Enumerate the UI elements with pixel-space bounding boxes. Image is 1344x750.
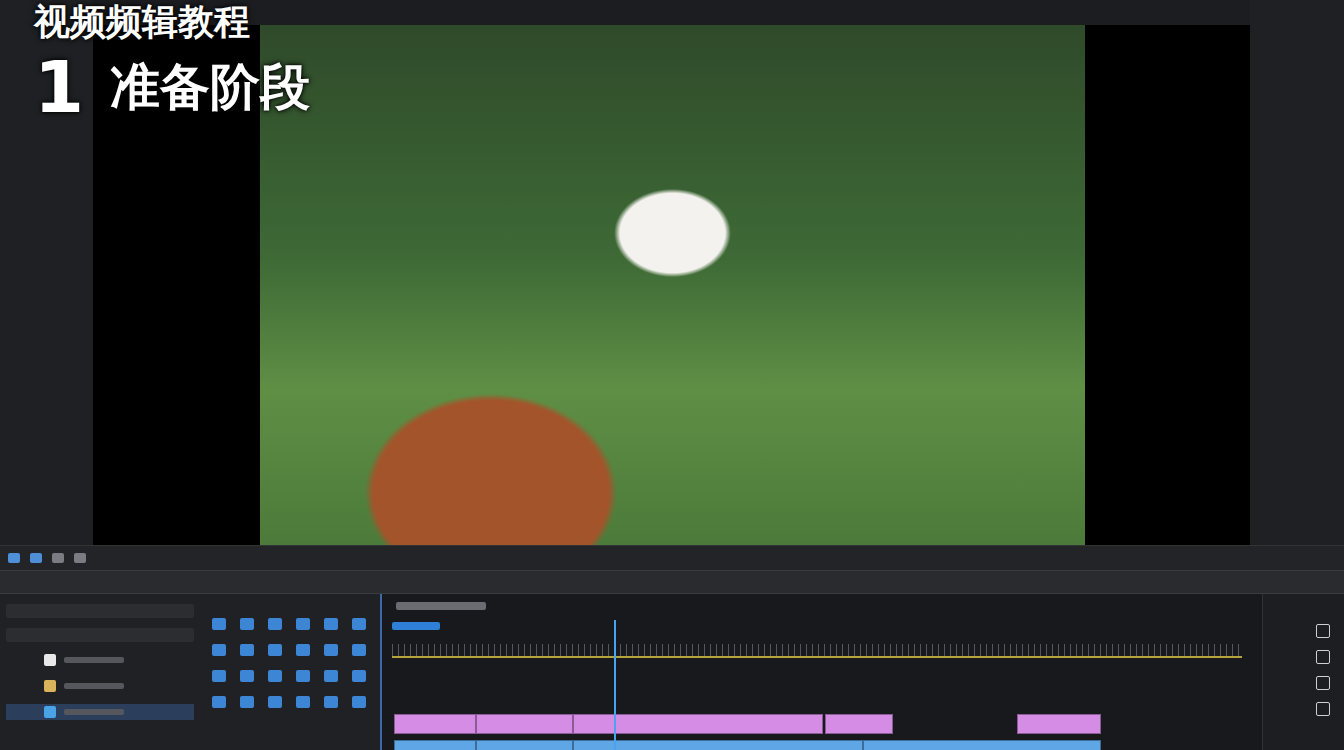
tool-icon[interactable]: [268, 644, 282, 656]
tool-icon[interactable]: [296, 670, 310, 682]
tool-icon[interactable]: [212, 618, 226, 630]
audio-clip[interactable]: [573, 740, 863, 750]
work-area-bar[interactable]: [392, 622, 440, 630]
tools-grid: [200, 594, 380, 750]
tool-icon[interactable]: [352, 670, 366, 682]
tool-icon[interactable]: [240, 670, 254, 682]
video-clip[interactable]: [573, 714, 823, 734]
step-title: 准备阶段: [110, 60, 310, 115]
tool-icon[interactable]: [324, 670, 338, 682]
audio-meter-panel: [1262, 594, 1344, 750]
tool-icon[interactable]: [352, 618, 366, 630]
audio-track: [394, 740, 1242, 750]
toolbar-icon[interactable]: [8, 553, 20, 563]
letterbox-right: [1085, 25, 1250, 545]
tool-icon[interactable]: [212, 644, 226, 656]
timeline-panel: [382, 594, 1262, 750]
video-clip[interactable]: [476, 714, 573, 734]
toolbar-icon[interactable]: [52, 553, 64, 563]
tool-icon[interactable]: [352, 696, 366, 708]
timeline-header: [382, 594, 1262, 618]
panel-icon[interactable]: [1316, 650, 1330, 664]
project-filter[interactable]: [6, 628, 194, 642]
tool-icon[interactable]: [268, 696, 282, 708]
step-heading: 1 准备阶段: [34, 51, 310, 123]
video-clip[interactable]: [394, 714, 476, 734]
item-name-bar: [64, 683, 124, 689]
tool-icon[interactable]: [324, 644, 338, 656]
tutorial-overlay: 视频频辑教程 1 准备阶段: [34, 0, 310, 123]
project-panel: [0, 594, 382, 750]
tool-icon[interactable]: [240, 644, 254, 656]
audio-clip[interactable]: [863, 740, 1101, 750]
video-clip[interactable]: [825, 714, 893, 734]
tool-icon[interactable]: [268, 618, 282, 630]
time-ruler[interactable]: [392, 644, 1242, 658]
project-list: [0, 594, 200, 750]
panel-icon[interactable]: [1316, 676, 1330, 690]
audio-clip[interactable]: [476, 740, 573, 750]
tool-icon[interactable]: [212, 670, 226, 682]
project-item[interactable]: [6, 652, 194, 668]
tool-icon[interactable]: [268, 670, 282, 682]
monitor-scrub-bar[interactable]: [0, 570, 1344, 594]
toolbar-icon[interactable]: [30, 553, 42, 563]
video-track: [394, 714, 1242, 734]
item-name-bar: [64, 709, 124, 715]
item-thumbnail-icon: [44, 706, 56, 718]
item-thumbnail-icon: [44, 654, 56, 666]
panel-icon[interactable]: [1316, 624, 1330, 638]
tool-icon[interactable]: [352, 644, 366, 656]
tool-icon[interactable]: [296, 618, 310, 630]
playhead[interactable]: [614, 620, 616, 750]
project-search[interactable]: [6, 604, 194, 618]
bottom-panels: [0, 594, 1344, 750]
tutorial-title: 视频频辑教程: [34, 0, 310, 43]
video-clip[interactable]: [1017, 714, 1101, 734]
item-name-bar: [64, 657, 124, 663]
tool-icon[interactable]: [240, 618, 254, 630]
tool-icon[interactable]: [240, 696, 254, 708]
tool-icon[interactable]: [296, 696, 310, 708]
project-item[interactable]: [6, 678, 194, 694]
project-item[interactable]: [6, 704, 194, 720]
tool-icon[interactable]: [212, 696, 226, 708]
tool-icon[interactable]: [324, 618, 338, 630]
sequence-tab[interactable]: [396, 602, 486, 610]
monitor-toolbar: [0, 545, 1344, 570]
item-thumbnail-icon: [44, 680, 56, 692]
step-number: 1: [34, 51, 84, 123]
tool-icon[interactable]: [296, 644, 310, 656]
panel-icon[interactable]: [1316, 702, 1330, 716]
toolbar-icon[interactable]: [74, 553, 86, 563]
tool-icon[interactable]: [324, 696, 338, 708]
timeline-canvas: [382, 618, 1262, 750]
audio-clip[interactable]: [394, 740, 476, 750]
right-gutter: [1250, 0, 1344, 545]
video-frame: [260, 25, 1085, 545]
